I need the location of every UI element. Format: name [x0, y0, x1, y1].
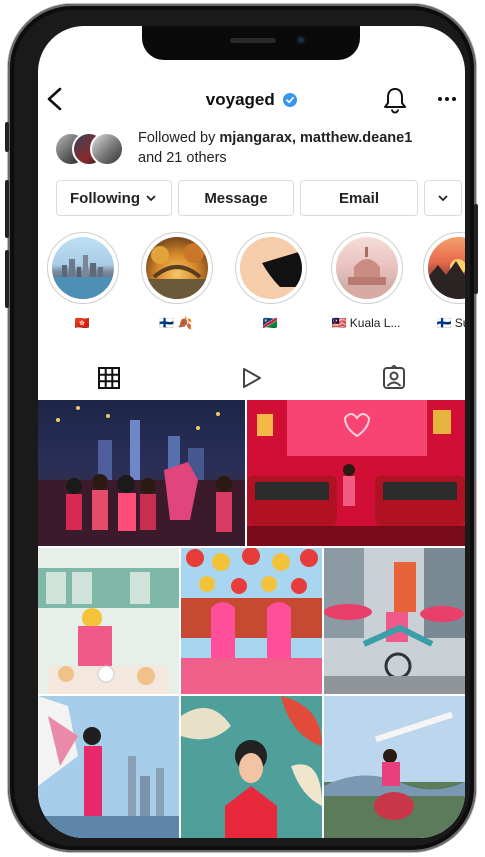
followed-by-others: and 21 others — [138, 150, 227, 166]
phone-frame: voyaged Followed by mjangarax, matthew.d… — [5, 4, 478, 852]
highlight-cover — [428, 237, 465, 299]
highlight-label: 🇲🇾 Kuala L... — [331, 316, 401, 330]
grid-post[interactable] — [247, 400, 465, 546]
grid-post[interactable] — [38, 400, 245, 546]
bell-icon[interactable] — [382, 86, 408, 119]
grid-post[interactable] — [181, 548, 322, 694]
highlight-cover — [52, 237, 114, 299]
notch — [142, 26, 360, 60]
grid-post[interactable] — [324, 696, 465, 838]
grid-post[interactable] — [38, 696, 179, 838]
verified-badge-icon — [283, 93, 298, 107]
highlight-ring — [423, 232, 465, 304]
highlight-item[interactable]: 🇲🇾 Kuala L... — [326, 232, 406, 330]
highlight-item[interactable]: 🇳🇦 — [230, 232, 310, 330]
highlight-item[interactable]: 🇭🇰 — [42, 232, 122, 330]
speaker — [230, 38, 276, 43]
highlight-ring — [47, 232, 119, 304]
chevron-down-icon — [146, 195, 156, 202]
profile-tabs — [38, 356, 465, 401]
tab-tagged[interactable] — [323, 356, 465, 400]
highlight-label: 🇫🇮 🍂 — [159, 316, 193, 330]
phone-screen: voyaged Followed by mjangarax, matthew.d… — [38, 26, 465, 838]
more-options-icon[interactable] — [436, 86, 458, 118]
reels-play-icon — [243, 368, 261, 388]
power-button — [474, 204, 478, 294]
grid-post[interactable] — [324, 548, 465, 694]
tab-posts[interactable] — [38, 356, 180, 401]
suggested-dropdown-button[interactable] — [424, 180, 462, 216]
followed-by-row[interactable]: Followed by mjangarax, matthew.deane1 an… — [54, 128, 464, 168]
profile-username: voyaged — [205, 90, 275, 109]
volume-down-button — [5, 250, 9, 308]
message-button[interactable]: Message — [178, 180, 294, 216]
following-label: Following — [70, 189, 140, 207]
message-label: Message — [204, 189, 268, 207]
highlight-cover — [336, 237, 398, 299]
highlight-cover — [240, 237, 302, 299]
email-label: Email — [338, 189, 380, 207]
avatar — [90, 132, 124, 166]
story-highlights: 🇭🇰 🇫🇮 🍂 🇳🇦 🇲🇾 Kuala L... 🇫🇮 S — [38, 232, 465, 336]
email-button[interactable]: Email — [300, 180, 418, 216]
tab-reels[interactable] — [180, 356, 322, 400]
highlight-ring — [331, 232, 403, 304]
highlight-label: 🇫🇮 Sum — [436, 316, 465, 330]
tagged-person-icon — [383, 365, 405, 389]
front-camera — [296, 35, 306, 45]
followed-by-names: mjangarax, matthew.deane1 — [219, 130, 413, 146]
followed-by-prefix: Followed by — [138, 130, 220, 146]
volume-up-button — [5, 180, 9, 238]
highlight-cover — [146, 237, 208, 299]
highlight-label: 🇭🇰 — [74, 316, 90, 330]
action-buttons: Following Message Email — [56, 180, 465, 218]
followed-by-text: Followed by mjangarax, matthew.deane1 an… — [138, 128, 465, 168]
highlight-item[interactable]: 🇫🇮 🍂 — [136, 232, 216, 330]
highlight-item[interactable]: 🇫🇮 Sum — [418, 232, 465, 330]
profile-header: voyaged — [38, 80, 465, 120]
mute-switch — [5, 122, 9, 152]
highlight-ring — [141, 232, 213, 304]
following-button[interactable]: Following — [56, 180, 172, 216]
highlight-ring — [235, 232, 307, 304]
posts-grid — [38, 400, 465, 838]
grid-post[interactable] — [38, 548, 179, 694]
highlight-label: 🇳🇦 — [262, 316, 278, 330]
follower-avatars — [54, 132, 134, 166]
grid-icon — [98, 367, 120, 389]
grid-post[interactable] — [181, 696, 322, 838]
chevron-down-icon — [438, 195, 448, 202]
